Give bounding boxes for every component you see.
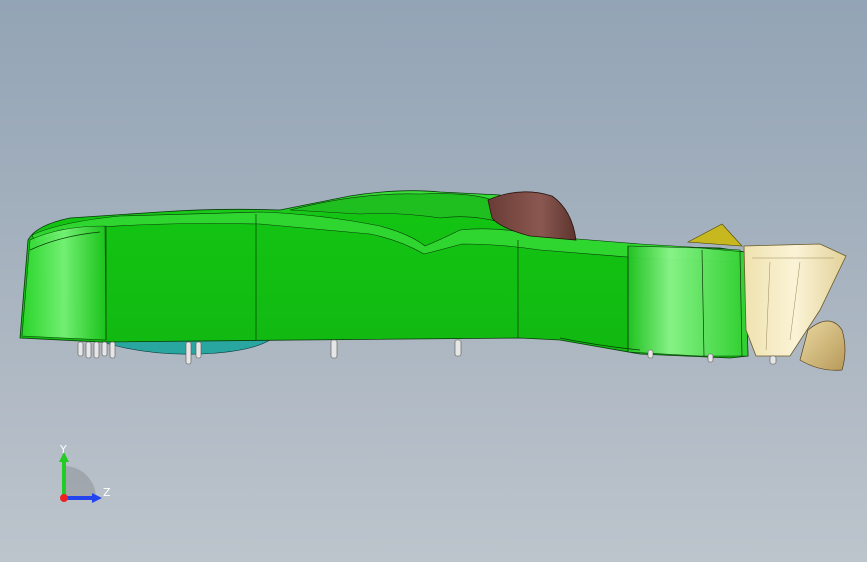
z-axis-arrow-icon xyxy=(92,493,102,503)
x-axis-dot-icon xyxy=(60,494,68,502)
graphics-viewport[interactable]: Y Z xyxy=(0,0,867,562)
body-front-side xyxy=(21,225,107,341)
rear-wing xyxy=(686,223,743,247)
triad-y-label: Y xyxy=(60,443,67,456)
triad-z-label: Z xyxy=(103,486,111,499)
triad-quadrant xyxy=(64,466,96,498)
cad-model-view[interactable] xyxy=(0,0,867,562)
orientation-triad xyxy=(59,452,102,503)
body-rear-side xyxy=(627,245,749,357)
